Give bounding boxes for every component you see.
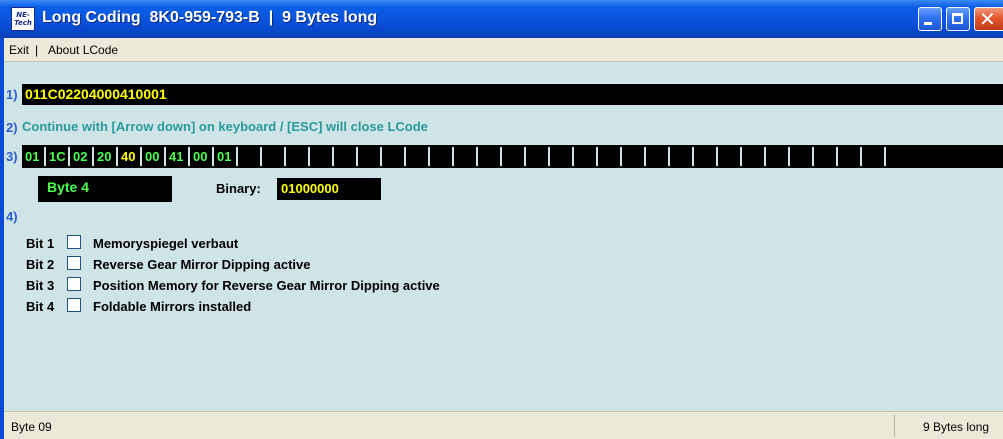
byte-cell-empty[interactable]: [838, 147, 862, 166]
bit-description: Reverse Gear Mirror Dipping active: [93, 257, 311, 272]
bit-checkbox[interactable]: [67, 235, 81, 249]
long-code-field[interactable]: 011C02204000410001: [22, 84, 1003, 105]
byte-cell[interactable]: 41: [166, 147, 190, 166]
ne-tech-logo-icon[interactable]: NE- Tech: [11, 7, 35, 31]
byte-strip: 01 1C 02 20 40 00 41 00 01: [22, 145, 1003, 168]
byte-cell-empty[interactable]: [526, 147, 550, 166]
maximize-icon: [952, 13, 963, 24]
step-1-label: 1): [6, 87, 18, 102]
close-icon: ✕: [979, 7, 996, 31]
binary-value-field: 01000000: [277, 178, 381, 200]
byte-cell[interactable]: 20: [94, 147, 118, 166]
menu-about[interactable]: About LCode: [48, 43, 118, 57]
window-title: Long Coding 8K0-959-793-B | 9 Bytes long: [42, 9, 378, 26]
minimize-icon: [924, 22, 932, 25]
status-bar: Byte 09 9 Bytes long: [4, 411, 1003, 439]
maximize-button[interactable]: [946, 7, 970, 31]
byte-cell-empty[interactable]: [334, 147, 358, 166]
byte-cell-empty[interactable]: [814, 147, 838, 166]
byte-cell[interactable]: 40: [118, 147, 142, 166]
byte-cell-empty[interactable]: [694, 147, 718, 166]
status-divider: [894, 415, 895, 437]
instruction-text: Continue with [Arrow down] on keyboard /…: [22, 119, 428, 134]
bit-label: Bit 2: [26, 257, 55, 272]
byte-cell-empty[interactable]: [718, 147, 742, 166]
selected-byte-label: Byte 4: [38, 176, 172, 202]
bit-description: Position Memory for Reverse Gear Mirror …: [93, 278, 440, 293]
byte-cell-empty[interactable]: [622, 147, 646, 166]
byte-cell-empty[interactable]: [430, 147, 454, 166]
byte-cell-empty[interactable]: [358, 147, 382, 166]
status-byte: Byte 09: [11, 420, 52, 434]
byte-cell-empty[interactable]: [646, 147, 670, 166]
byte-cell-empty[interactable]: [742, 147, 766, 166]
bit-description: Memoryspiegel verbaut: [93, 236, 239, 251]
app-logo-top: NE-: [16, 11, 30, 19]
menu-exit[interactable]: Exit: [9, 43, 29, 57]
byte-cell-empty[interactable]: [286, 147, 310, 166]
bit-label: Bit 1: [26, 236, 55, 251]
minimize-button[interactable]: [918, 7, 942, 31]
byte-cell[interactable]: 00: [190, 147, 214, 166]
byte-cell-empty[interactable]: [454, 147, 478, 166]
menu-separator: |: [35, 43, 39, 57]
byte-cell-empty[interactable]: [790, 147, 814, 166]
bit-label: Bit 4: [26, 299, 55, 314]
close-button[interactable]: ✕: [974, 7, 1003, 31]
byte-cell-empty[interactable]: [766, 147, 790, 166]
bit-checkbox[interactable]: [67, 277, 81, 291]
byte-cell[interactable]: 01: [214, 147, 238, 166]
bit-checkbox[interactable]: [67, 256, 81, 270]
byte-cell-empty[interactable]: [574, 147, 598, 166]
status-length: 9 Bytes long: [923, 420, 990, 434]
byte-cell[interactable]: 1C: [46, 147, 70, 166]
byte-cell[interactable]: 01: [22, 147, 46, 166]
app-logo-bottom: Tech: [14, 19, 32, 27]
byte-cell-empty[interactable]: [598, 147, 622, 166]
byte-cell[interactable]: 00: [142, 147, 166, 166]
byte-cell-empty[interactable]: [262, 147, 286, 166]
client-area: 1) 011C02204000410001 2) Continue with […: [4, 62, 1003, 411]
byte-cell-empty[interactable]: [550, 147, 574, 166]
step-2-label: 2): [6, 120, 18, 135]
byte-cell-empty[interactable]: [406, 147, 430, 166]
byte-cell-empty[interactable]: [862, 147, 886, 166]
step-3-label: 3): [6, 149, 18, 164]
byte-cell-empty[interactable]: [502, 147, 526, 166]
byte-cell-empty[interactable]: [382, 147, 406, 166]
bit-description: Foldable Mirrors installed: [93, 299, 252, 314]
menu-bar: Exit | About LCode: [4, 38, 1003, 62]
title-bar[interactable]: NE- Tech Long Coding 8K0-959-793-B | 9 B…: [0, 0, 1003, 38]
byte-cell-empty[interactable]: [238, 147, 262, 166]
byte-cell-empty[interactable]: [310, 147, 334, 166]
lcode-window: NE- Tech Long Coding 8K0-959-793-B | 9 B…: [0, 0, 1003, 439]
byte-cell-empty[interactable]: [478, 147, 502, 166]
binary-caption: Binary:: [216, 181, 261, 196]
bit-checkbox[interactable]: [67, 298, 81, 312]
byte-cell-empty[interactable]: [670, 147, 694, 166]
byte-cell[interactable]: 02: [70, 147, 94, 166]
step-4-label: 4): [6, 209, 18, 224]
bit-label: Bit 3: [26, 278, 55, 293]
